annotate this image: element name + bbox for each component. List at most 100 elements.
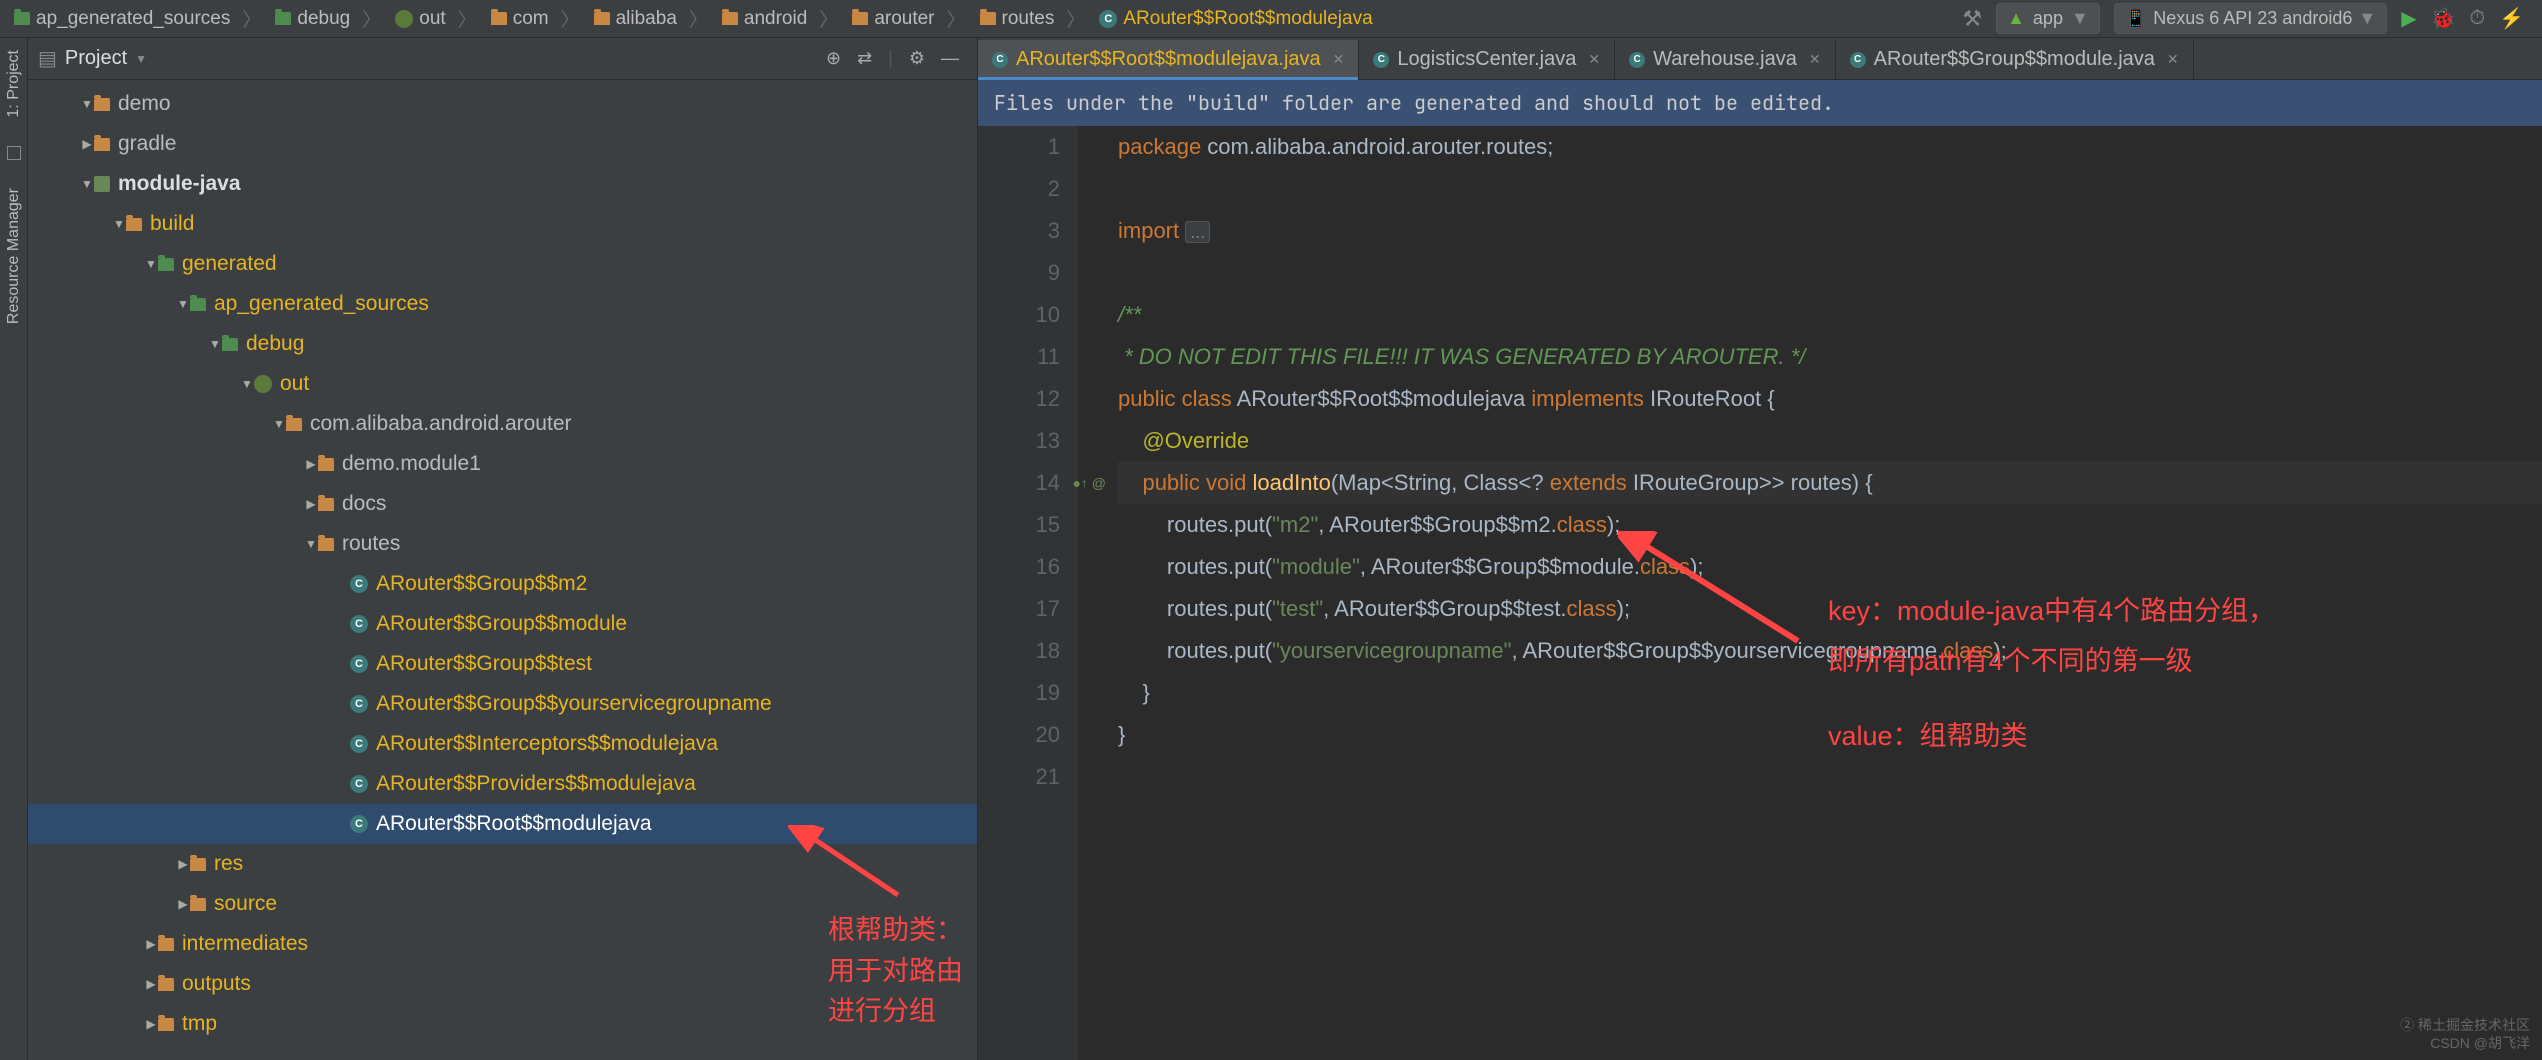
tree-row[interactable]: CARouter$$Interceptors$$modulejava [28, 724, 977, 764]
device-selector[interactable]: 📱 Nexus 6 API 23 android6 ▼ [2114, 3, 2387, 34]
tree-label: generated [182, 252, 277, 276]
gutter-line[interactable]: 14●↑ @ [978, 462, 1060, 504]
tree-arrow-icon[interactable]: ▶ [176, 897, 190, 911]
debug-button[interactable]: 🐞 [2431, 6, 2456, 31]
gutter-line[interactable]: 18 [978, 630, 1060, 672]
source[interactable]: package com.alibaba.android.arouter.rout… [1078, 126, 2542, 1060]
tree-row[interactable]: ▼ com.alibaba.android.arouter [28, 404, 977, 444]
tree-arrow-icon[interactable]: ▼ [112, 217, 126, 231]
tree-row[interactable]: ▼module-java [28, 164, 977, 204]
gutter-line[interactable]: 15 [978, 504, 1060, 546]
gutter-line[interactable]: 17 [978, 588, 1060, 630]
breadcrumb-item[interactable]: android〉 [716, 3, 844, 34]
tree-row[interactable]: ▼routes [28, 524, 977, 564]
tool-project-tab[interactable]: 1: Project [5, 42, 23, 126]
expand-icon[interactable]: ⇄ [849, 48, 880, 69]
tree-arrow-icon[interactable]: ▼ [80, 177, 94, 191]
tree-row[interactable]: ▶docs [28, 484, 977, 524]
project-panel-title[interactable]: Project [65, 47, 127, 70]
breadcrumb-item[interactable]: CARouter$$Root$$modulejava [1093, 6, 1378, 32]
tree-row[interactable]: CARouter$$Group$$yourservicegroupname [28, 684, 977, 724]
breadcrumb-bar: ap_generated_sources〉debug〉out〉com〉aliba… [0, 0, 2542, 38]
gutter-line[interactable]: 3 [978, 210, 1060, 252]
tree-row[interactable]: ▶gradle [28, 124, 977, 164]
gutter-line[interactable]: 9 [978, 252, 1060, 294]
breadcrumb-item[interactable]: debug〉 [269, 3, 387, 34]
editor-tab[interactable]: CARouter$$Group$$module.java✕ [1836, 40, 2194, 79]
close-icon[interactable]: ✕ [1588, 51, 1600, 68]
tree-row[interactable]: ▼debug [28, 324, 977, 364]
tree-row[interactable]: ▶outputs [28, 964, 977, 1004]
tree-row[interactable]: ▼out [28, 364, 977, 404]
tool-resource-tab[interactable]: Resource Manager [5, 180, 23, 332]
tree-arrow-icon[interactable]: ▼ [304, 537, 318, 551]
editor-tabs: CARouter$$Root$$modulejava.java✕CLogisti… [978, 38, 2542, 80]
tree-row[interactable]: CARouter$$Group$$module [28, 604, 977, 644]
tree-row[interactable]: ▼ generated [28, 244, 977, 284]
locate-icon[interactable]: ⊕ [818, 48, 849, 69]
gutter-line[interactable]: 13 [978, 420, 1060, 462]
tree-arrow-icon[interactable]: ▼ [240, 377, 254, 391]
tree-row[interactable]: ▼build [28, 204, 977, 244]
tree-row[interactable]: ▶intermediates [28, 924, 977, 964]
tree-row[interactable]: ▼demo [28, 84, 977, 124]
gutter-line[interactable]: 2 [978, 168, 1060, 210]
tree-row[interactable]: CARouter$$Root$$modulejava [28, 804, 977, 844]
breadcrumb-item[interactable]: alibaba〉 [588, 3, 714, 34]
gutter-line[interactable]: 16 [978, 546, 1060, 588]
gutter-line[interactable]: 1 [978, 126, 1060, 168]
tree-label: com.alibaba.android.arouter [310, 412, 572, 436]
editor: CARouter$$Root$$modulejava.java✕CLogisti… [978, 38, 2542, 1060]
tree-row[interactable]: ▶res [28, 844, 977, 884]
tree-arrow-icon[interactable]: ▼ [208, 337, 222, 351]
editor-tab[interactable]: CLogisticsCenter.java✕ [1359, 40, 1615, 79]
tree-row[interactable]: CARouter$$Group$$m2 [28, 564, 977, 604]
code-area[interactable]: 12391011121314●↑ @15161718192021 package… [978, 126, 2542, 1060]
editor-tab[interactable]: CWarehouse.java✕ [1615, 40, 1836, 79]
close-icon[interactable]: ✕ [1809, 51, 1821, 68]
tree-arrow-icon[interactable]: ▼ [80, 97, 94, 111]
attach-button[interactable]: ⚡ [2499, 6, 2524, 31]
tree-arrow-icon[interactable]: ▼ [144, 257, 158, 271]
tree-arrow-icon[interactable]: ▶ [144, 977, 158, 991]
tree-arrow-icon[interactable]: ▶ [304, 457, 318, 471]
breadcrumb-item[interactable]: routes〉 [974, 3, 1092, 34]
run-config-selector[interactable]: ▲ app ▼ [1996, 3, 2100, 34]
tree-row[interactable]: ▶tmp [28, 1004, 977, 1044]
tree-row[interactable]: ▶demo.module1 [28, 444, 977, 484]
tree-arrow-icon[interactable]: ▼ [176, 297, 190, 311]
tree-arrow-icon[interactable]: ▶ [176, 857, 190, 871]
close-icon[interactable]: ✕ [1333, 51, 1345, 68]
chevron-down-icon[interactable]: ▼ [135, 52, 147, 66]
breadcrumb-item[interactable]: com〉 [485, 3, 586, 34]
tree-arrow-icon[interactable]: ▶ [80, 137, 94, 151]
tree-arrow-icon[interactable]: ▶ [304, 497, 318, 511]
tree-row[interactable]: ▼ap_generated_sources [28, 284, 977, 324]
build-icon[interactable]: ⚒ [1962, 6, 1982, 32]
tree-row[interactable]: ▶source [28, 884, 977, 924]
tree-row[interactable]: CARouter$$Group$$test [28, 644, 977, 684]
gutter-line[interactable]: 11 [978, 336, 1060, 378]
profile-button[interactable]: ⏱ [2469, 7, 2485, 30]
breadcrumb-item[interactable]: out〉 [389, 3, 482, 34]
folder-icon [318, 498, 334, 511]
close-icon[interactable]: ✕ [2167, 51, 2179, 68]
project-tree[interactable]: ▼demo▶gradle▼module-java▼build▼generated… [28, 80, 977, 1060]
breadcrumb-item[interactable]: arouter〉 [846, 3, 971, 34]
gutter-line[interactable]: 10 [978, 294, 1060, 336]
editor-tab[interactable]: CARouter$$Root$$modulejava.java✕ [978, 40, 1359, 79]
tree-arrow-icon[interactable]: ▶ [144, 937, 158, 951]
gutter-line[interactable]: 12 [978, 378, 1060, 420]
tree-row[interactable]: CARouter$$Providers$$modulejava [28, 764, 977, 804]
gutter-line[interactable]: 20 [978, 714, 1060, 756]
gutter-line[interactable]: 19 [978, 672, 1060, 714]
tree-arrow-icon[interactable]: ▼ [272, 417, 286, 431]
tree-arrow-icon[interactable]: ▶ [144, 1017, 158, 1031]
hide-icon[interactable]: — [933, 48, 967, 69]
breadcrumbs: ap_generated_sources〉debug〉out〉com〉aliba… [8, 3, 1962, 34]
gear-icon[interactable]: ⚙ [901, 48, 933, 69]
run-button[interactable]: ▶ [2401, 6, 2416, 31]
breadcrumb-item[interactable]: ap_generated_sources〉 [8, 3, 267, 34]
gutter-line[interactable]: 21 [978, 756, 1060, 798]
watermark: ② 稀土掘金技术社区 CSDN @胡飞洋 [2400, 1016, 2530, 1052]
